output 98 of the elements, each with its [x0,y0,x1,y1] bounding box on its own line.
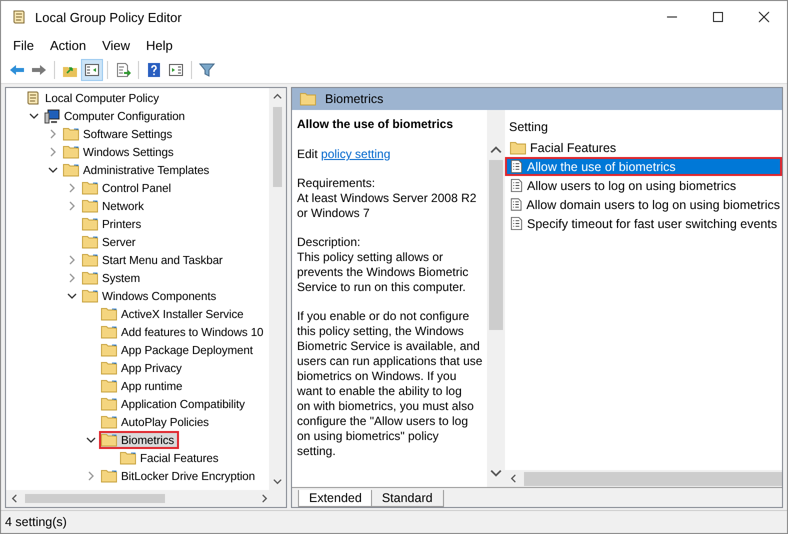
description-text: Description: This policy setting allows or prevents the Windows Biometric Service to run on this computer. [297,235,470,295]
setting-row[interactable]: Specify timeout for fast user switching events [505,214,782,233]
tree-item[interactable]: App Privacy [99,359,187,377]
scroll-up-icon[interactable] [490,144,502,156]
folder-icon [63,145,79,159]
chevron-right-icon[interactable] [67,201,77,211]
tree-item[interactable]: Windows Components [80,287,222,305]
menu-item[interactable]: Help [138,38,181,52]
description-text: Requirements: At least Windows Server 2008 R2 or Windows 7 [297,176,478,221]
scroll-left-icon[interactable] [509,474,518,483]
folder-icon [510,140,526,154]
chevron-right-icon[interactable] [67,183,77,193]
chevron-right-icon[interactable] [48,147,58,157]
tree-item[interactable]: AutoPlay Policies [99,413,214,431]
folder-icon [101,361,117,375]
vertical-scrollbar[interactable] [269,88,286,490]
chevron-down-icon[interactable] [48,165,58,175]
folder-icon [63,127,79,141]
scroll-left-icon[interactable] [10,494,19,503]
scroll-icon [25,90,41,106]
setting-row[interactable]: Facial Features [505,138,782,157]
vertical-scrollbar[interactable] [487,110,505,487]
tree-item[interactable]: Server [80,233,141,251]
folder-icon [101,469,117,483]
chevron-right-icon[interactable] [67,255,77,265]
document-icon [510,178,523,193]
folder-icon [101,379,117,393]
folder-icon [101,307,117,321]
tree-item[interactable]: System [80,269,146,287]
scroll-thumb[interactable] [489,160,503,330]
scroll-thumb[interactable] [273,107,282,187]
tree-item[interactable]: Computer Configuration [42,107,190,125]
scroll-thumb[interactable] [25,494,165,503]
tree-item[interactable]: Software Settings [61,125,178,143]
tree-item[interactable]: Start Menu and Taskbar [80,251,228,269]
folder-icon [82,271,98,285]
folder-icon [82,235,98,249]
folder-icon [82,181,98,195]
policy-setting-link[interactable]: policy setting [321,147,390,161]
chevron-right-icon[interactable] [67,273,77,283]
setting-title: Allow the use of biometrics [297,117,454,131]
description-text: If you enable or do not configure this policy setting, the Windows Biometric Service is available, and users can run applications that use biometrics on Windows. If you want to enable the ability to log on with biometrics, you must also configure the "Allow users to log on using biometrics" policy setting. [297,309,484,459]
scroll-right-icon[interactable] [260,494,269,503]
folder-icon [101,325,117,339]
pane-toggle-icon[interactable] [81,59,103,81]
tree-item[interactable]: Control Panel [80,179,176,197]
scroll-up-icon[interactable] [273,92,282,101]
tree-item[interactable]: Administrative Templates [61,161,214,179]
scroll-icon [11,9,27,25]
folder-icon [82,253,98,267]
tree-item[interactable]: App Package Deployment [99,341,258,359]
status-text: 4 setting(s) [5,515,67,529]
tab[interactable]: Standard [370,490,444,507]
folder-icon [82,217,98,231]
scroll-thumb[interactable] [524,472,782,486]
tree-item[interactable]: ActiveX Installer Service [99,305,249,323]
folder-icon [120,451,136,465]
chevron-down-icon[interactable] [29,111,39,121]
document-icon [510,197,522,212]
tree-item[interactable]: Add features to Windows 10 [99,323,268,341]
tree-item[interactable]: Application Compatibility [99,395,250,413]
chevron-down-icon[interactable] [67,291,77,301]
setting-row[interactable]: Allow domain users to log on using biometrics [505,195,782,214]
folder-icon [101,433,117,447]
chevron-down-icon[interactable] [86,435,96,445]
chevron-right-icon[interactable] [86,471,96,481]
tree-item[interactable]: Biometrics [99,431,180,449]
document-icon [510,216,523,231]
folder-icon [101,343,117,357]
folder-icon [101,397,117,411]
tree-item[interactable]: App runtime [99,377,188,395]
setting-row[interactable]: Allow the use of biometrics [505,157,782,176]
tree-item[interactable]: Printers [80,215,146,233]
horizontal-scrollbar[interactable] [505,470,782,487]
tree-item[interactable]: Network [80,197,149,215]
menu-item[interactable]: Action [42,38,94,52]
computer-icon [44,108,60,124]
setting-row[interactable]: Allow users to log on using biometrics [505,176,782,195]
column-header[interactable]: Setting [505,116,782,138]
document-icon [510,159,523,174]
tree-item[interactable]: Facial Features [118,449,224,467]
folder-icon [101,415,117,429]
scroll-down-icon[interactable] [273,477,282,486]
folder-icon [82,289,98,303]
tree-item[interactable]: BitLocker Drive Encryption [99,467,260,485]
menu-item[interactable]: View [94,38,138,52]
folder-icon [300,92,316,106]
window-title: Local Group Policy Editor [35,10,182,24]
tree-item[interactable]: Local Computer Policy [23,89,164,107]
edit-label: Edit [297,147,318,161]
folder-icon [63,163,79,177]
pane-title: Biometrics [325,92,384,106]
folder-icon [82,199,98,213]
tree-item[interactable]: Windows Settings [61,143,179,161]
chevron-right-icon[interactable] [48,129,58,139]
tab[interactable]: Extended [298,490,373,507]
scroll-down-icon[interactable] [490,467,502,479]
menu-item[interactable]: File [5,38,42,52]
